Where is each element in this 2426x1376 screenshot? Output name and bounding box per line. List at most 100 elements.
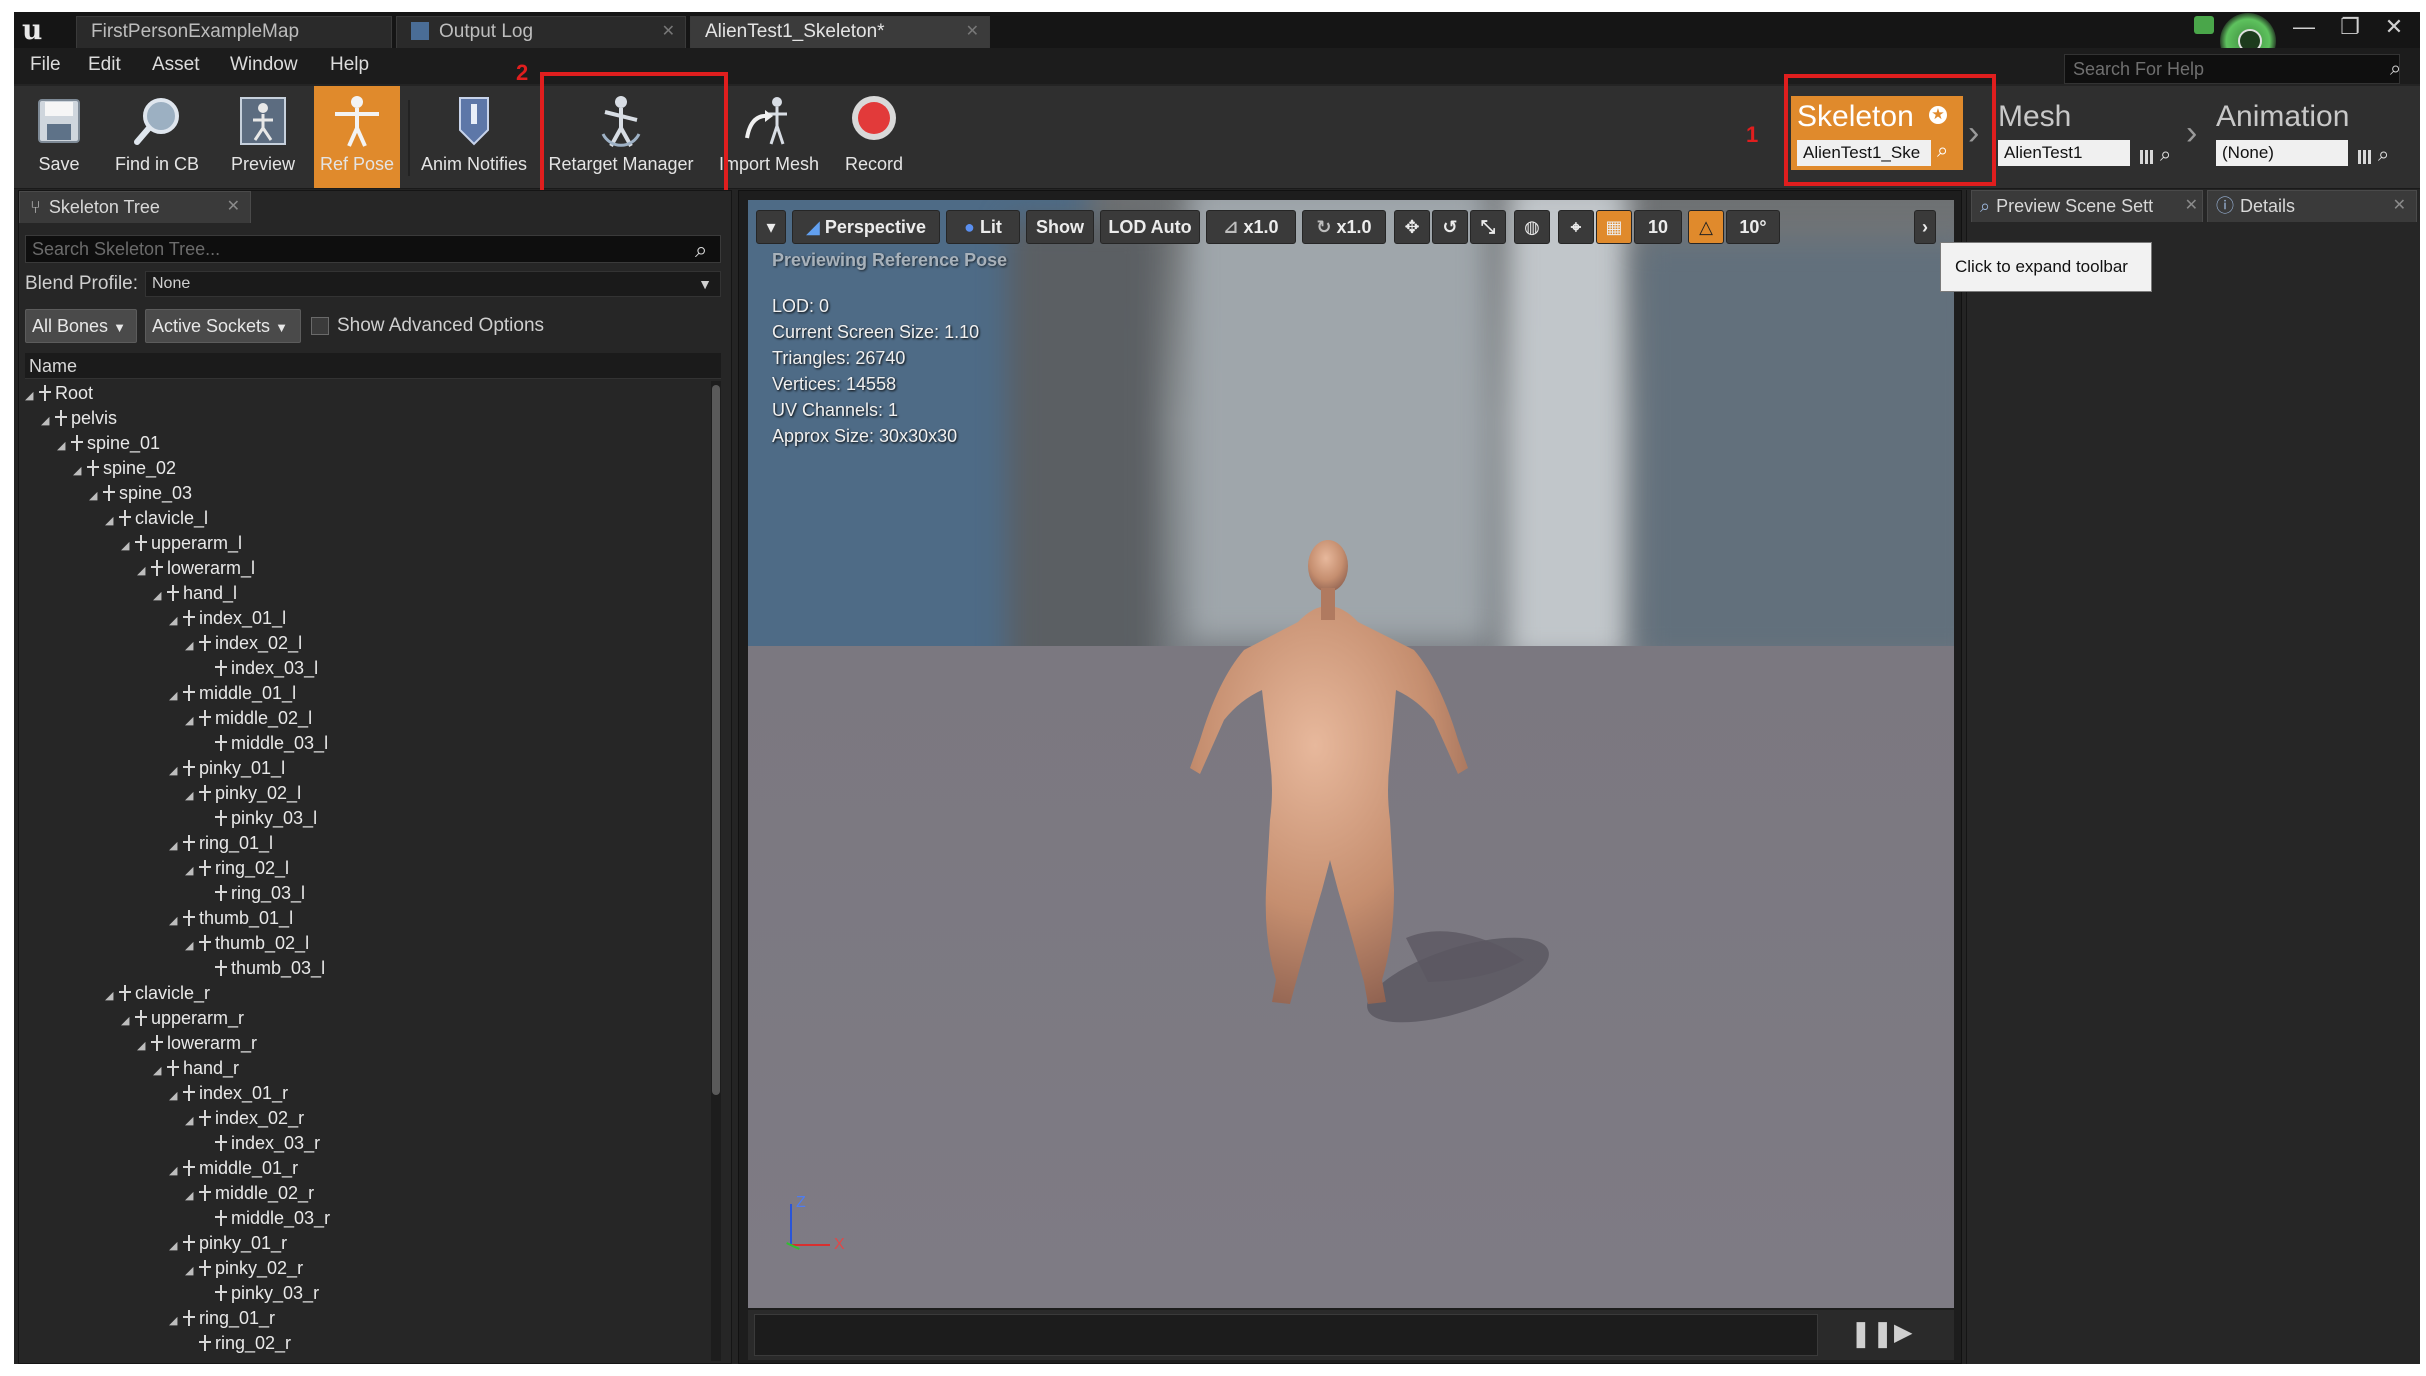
browse-search-icon[interactable]: ⌕ [2160, 144, 2171, 167]
feedback-icon[interactable] [2194, 16, 2214, 34]
lit-button[interactable]: ● Lit [946, 210, 1020, 244]
rotation-speed-button[interactable]: ↻ x1.0 [1302, 210, 1386, 244]
world-local-button[interactable]: ◍ [1514, 210, 1550, 244]
help-search-input[interactable]: Search For Help [2064, 54, 2400, 84]
expand-arrow-icon[interactable]: ◢ [185, 1109, 197, 1134]
expand-arrow-icon[interactable]: ◢ [89, 484, 101, 509]
menu-asset[interactable]: Asset [152, 54, 200, 76]
tree-row-bone[interactable]: ◢ clavicle_l [105, 506, 208, 531]
tab-output-log[interactable]: Output Log ✕ [396, 16, 686, 48]
skeleton-asset-field[interactable]: AlienTest1_Ske [1797, 140, 1931, 166]
tree-row-bone[interactable]: ◢ pelvis [41, 406, 117, 431]
expand-arrow-icon[interactable]: ◢ [105, 509, 117, 534]
restore-button[interactable]: ❐ [2330, 14, 2370, 40]
expand-arrow-icon[interactable]: ◢ [185, 784, 197, 809]
tree-row-bone[interactable]: ◢ lowerarm_l [137, 556, 255, 581]
tree-column-name[interactable]: Name [25, 353, 721, 379]
tab-details[interactable]: ⓘ Details ✕ [2207, 190, 2417, 222]
tree-row-bone[interactable]: ◢ thumb_01_l [169, 906, 293, 931]
expand-arrow-icon[interactable]: ◢ [25, 384, 37, 409]
close-window-button[interactable]: ✕ [2374, 14, 2414, 40]
expand-arrow-icon[interactable]: ◢ [169, 1159, 181, 1184]
tree-row-bone[interactable]: pinky_03_l [201, 806, 317, 831]
menu-edit[interactable]: Edit [88, 54, 121, 76]
expand-arrow-icon[interactable]: ◢ [185, 1259, 197, 1284]
grid-icon[interactable] [2140, 150, 2154, 164]
show-button[interactable]: Show [1026, 210, 1094, 244]
rotate-snap-toggle[interactable]: △ [1688, 210, 1724, 244]
preview-button[interactable]: Preview [220, 86, 306, 188]
expand-arrow-icon[interactable]: ◢ [169, 759, 181, 784]
expand-arrow-icon[interactable]: ◢ [41, 409, 53, 434]
translate-tool-button[interactable]: ✥ [1394, 210, 1430, 244]
expand-arrow-icon[interactable]: ◢ [169, 1234, 181, 1259]
tree-row-bone[interactable]: ◢ thumb_02_l [185, 931, 309, 956]
show-advanced-checkbox[interactable] [311, 317, 329, 335]
expand-arrow-icon[interactable]: ◢ [185, 634, 197, 659]
tab-first-person-map[interactable]: FirstPersonExampleMap [76, 16, 392, 48]
tree-row-bone[interactable]: middle_03_r [201, 1206, 330, 1231]
tree-row-bone[interactable]: ◢ index_02_r [185, 1106, 304, 1131]
tree-row-bone[interactable]: ◢ middle_01_r [169, 1156, 298, 1181]
menu-file[interactable]: File [30, 54, 61, 76]
expand-arrow-icon[interactable]: ◢ [185, 1184, 197, 1209]
expand-arrow-icon[interactable]: ◢ [169, 1084, 181, 1109]
playback-speed-button[interactable]: ⊿ x1.0 [1206, 210, 1296, 244]
tree-row-bone[interactable]: ◢ upperarm_l [121, 531, 242, 556]
import-mesh-button[interactable]: Import Mesh [714, 86, 824, 188]
expand-arrow-icon[interactable]: ◢ [121, 534, 133, 559]
tab-skeleton-editor[interactable]: AlienTest1_Skeleton* ✕ [690, 16, 990, 48]
tree-row-bone[interactable]: ◢ spine_01 [57, 431, 160, 456]
tree-row-bone[interactable]: index_03_l [201, 656, 318, 681]
close-tab-icon[interactable]: ✕ [2393, 191, 2406, 221]
tree-row-bone[interactable]: thumb_03_l [201, 956, 325, 981]
scale-tool-button[interactable]: ⤡ [1470, 210, 1506, 244]
scrollbar-thumb[interactable] [712, 385, 720, 1095]
find-in-cb-button[interactable]: Find in CB [104, 86, 210, 188]
expand-arrow-icon[interactable]: ◢ [105, 984, 117, 1009]
blend-profile-dropdown[interactable]: None ▼ [145, 271, 721, 297]
expand-toolbar-button[interactable]: › [1914, 210, 1936, 244]
close-tab-icon[interactable]: ✕ [966, 17, 979, 47]
viewport-3d[interactable] [748, 200, 1954, 1308]
expand-arrow-icon[interactable]: ◢ [169, 1309, 181, 1334]
grid-icon[interactable] [2358, 150, 2372, 164]
menu-window[interactable]: Window [230, 54, 298, 76]
timeline-scrubber[interactable] [754, 1314, 1818, 1356]
expand-arrow-icon[interactable]: ◢ [121, 1009, 133, 1034]
browse-search-icon[interactable]: ⌕ [1937, 140, 1948, 163]
tree-row-bone[interactable]: ◢ middle_02_r [185, 1181, 314, 1206]
step-forward-button[interactable]: ▶ [1894, 1318, 1912, 1347]
all-bones-dropdown[interactable]: All Bones ▼ [25, 309, 137, 343]
expand-arrow-icon[interactable]: ◢ [153, 584, 165, 609]
expand-arrow-icon[interactable]: ◢ [169, 909, 181, 934]
expand-arrow-icon[interactable]: ◢ [169, 609, 181, 634]
tree-row-bone[interactable]: ◢ lowerarm_r [137, 1031, 257, 1056]
anim-notifies-button[interactable]: Anim Notifies [416, 86, 532, 188]
tree-row-bone[interactable]: pinky_03_r [201, 1281, 319, 1306]
surface-snap-button[interactable]: ⌖ [1558, 210, 1594, 244]
record-button[interactable]: Record [834, 86, 914, 188]
tree-row-bone[interactable]: ◢ pinky_01_l [169, 756, 285, 781]
perspective-button[interactable]: ◢ Perspective [792, 210, 940, 244]
tab-skeleton-tree[interactable]: ⑂ Skeleton Tree ✕ [19, 191, 251, 223]
ref-pose-button[interactable]: Ref Pose [314, 86, 400, 188]
pause-button[interactable]: ❚❚ [1850, 1318, 1894, 1349]
expand-arrow-icon[interactable]: ◢ [169, 834, 181, 859]
tree-row-bone[interactable]: ring_03_l [201, 881, 305, 906]
active-sockets-dropdown[interactable]: Active Sockets ▼ [145, 309, 301, 343]
tree-row-bone[interactable]: ◢ pinky_01_r [169, 1231, 287, 1256]
lod-button[interactable]: LOD Auto [1100, 210, 1200, 244]
expand-arrow-icon[interactable]: ◢ [185, 934, 197, 959]
search-icon[interactable]: ⌕ [2390, 58, 2412, 80]
tree-row-bone[interactable]: ◢ upperarm_r [121, 1006, 244, 1031]
expand-arrow-icon[interactable]: ◢ [153, 1059, 165, 1084]
rotate-snap-value[interactable]: 10° [1726, 210, 1780, 244]
expand-arrow-icon[interactable]: ◢ [185, 859, 197, 884]
close-tab-icon[interactable]: ✕ [227, 192, 240, 222]
tree-row-bone[interactable]: index_03_r [201, 1131, 320, 1156]
tree-row-bone[interactable]: ◢ index_01_l [169, 606, 286, 631]
tab-preview-scene-settings[interactable]: ⌕ Preview Scene Sett ✕ [1971, 190, 2203, 222]
close-tab-icon[interactable]: ✕ [662, 17, 675, 47]
tree-row-bone[interactable]: ◢ ring_01_r [169, 1306, 275, 1331]
